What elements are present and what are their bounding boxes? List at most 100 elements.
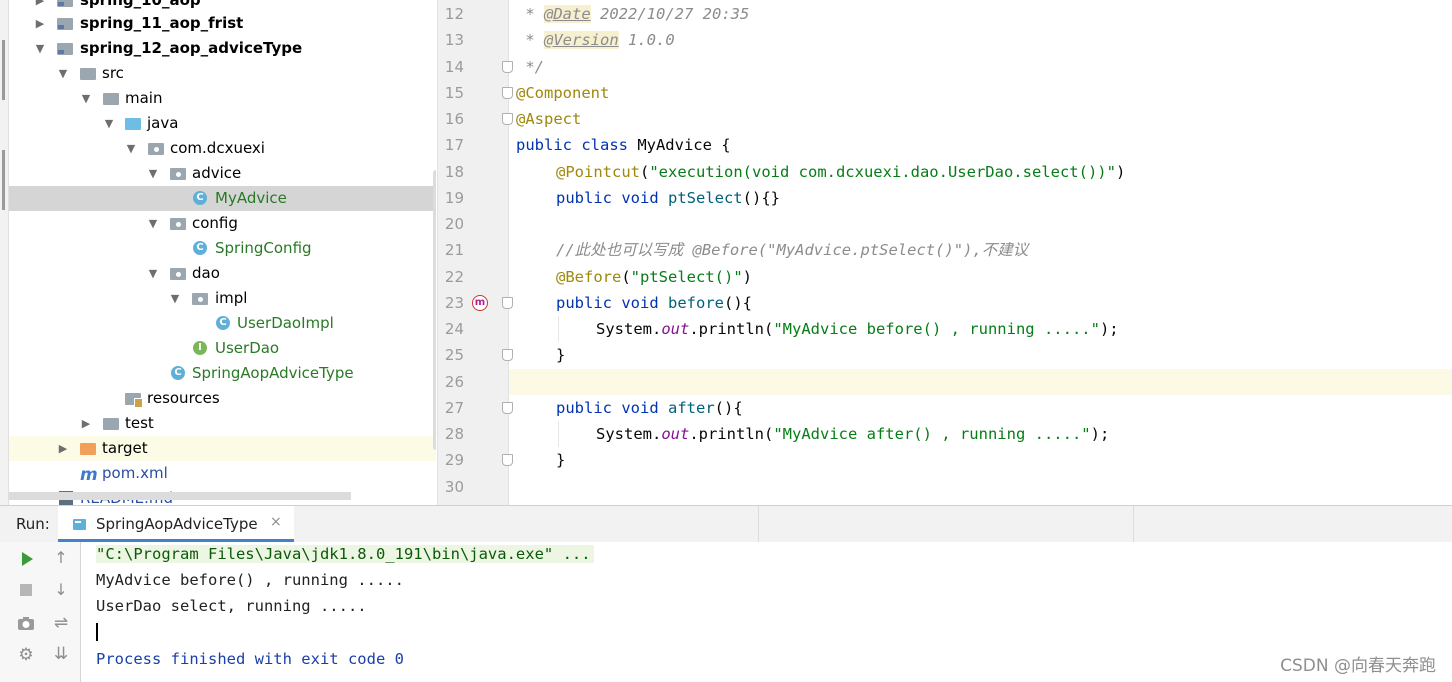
code-line-15[interactable]: @Component: [516, 80, 609, 106]
fold-start-icon[interactable]: [502, 113, 513, 125]
code-line-14[interactable]: */: [516, 54, 544, 80]
code-token: out: [661, 320, 690, 338]
tree-item-springconfig[interactable]: C SpringConfig: [9, 236, 436, 261]
run-tool-window-header: Run: SpringAopAdviceType ×: [0, 505, 1452, 543]
run-tab-springaopadvicetype[interactable]: SpringAopAdviceType ×: [58, 506, 294, 542]
method-marker-icon[interactable]: m: [472, 295, 488, 311]
tree-item-resources[interactable]: resources: [9, 386, 436, 411]
tree-item-com-dcxuexi[interactable]: ▼ com.dcxuexi: [9, 136, 436, 161]
tree-item-java[interactable]: ▼ java: [9, 111, 436, 136]
code-editor[interactable]: 12 13 14 15 16 17 18 19 20 21 22 23 24 2…: [437, 0, 1452, 505]
code-token: (){: [723, 294, 752, 312]
code-token: "MyAdvice after() , running .....": [773, 425, 1091, 443]
code-line-19[interactable]: public void ptSelect(){}: [556, 185, 780, 211]
tree-item-target[interactable]: ▶ target: [9, 436, 436, 461]
tree-item-src[interactable]: ▼ src: [9, 61, 436, 86]
tree-item-userdaoimpl[interactable]: C UserDaoImpl: [9, 311, 436, 336]
run-config-icon: [73, 519, 86, 530]
excluded-folder-icon: [80, 443, 96, 455]
console-output[interactable]: "C:\Program Files\Java\jdk1.8.0_191\bin\…: [81, 542, 1452, 682]
tree-item-label: pom.xml: [102, 464, 168, 482]
settings-icon[interactable]: ⚙: [16, 645, 36, 665]
chevron-down-icon[interactable]: ▼: [146, 261, 160, 286]
code-line-17[interactable]: public class MyAdvice {: [516, 132, 731, 158]
indent-guide: [558, 316, 559, 342]
chevron-down-icon[interactable]: ▼: [168, 286, 182, 311]
tree-item-userdao[interactable]: I UserDao: [9, 336, 436, 361]
left-tool-strip[interactable]: [0, 0, 9, 505]
fold-end-icon[interactable]: [502, 454, 513, 466]
chevron-down-icon[interactable]: ▼: [124, 136, 138, 161]
close-icon[interactable]: ×: [270, 514, 282, 530]
run-toolbar: ↑ ↓ ⇌ ⚙ ⇊: [0, 542, 81, 682]
fold-end-icon[interactable]: [502, 349, 513, 361]
code-line-13[interactable]: * @Version 1.0.0: [516, 27, 675, 53]
tree-item-label: src: [102, 64, 124, 82]
line-number: 23: [444, 294, 464, 312]
fold-start-icon[interactable]: [502, 297, 513, 309]
chevron-down-icon[interactable]: ▼: [33, 36, 47, 61]
chevron-down-icon[interactable]: ▼: [56, 61, 70, 86]
code-token: public void: [556, 399, 659, 417]
tree-item-main[interactable]: ▼ main: [9, 86, 436, 111]
text-caret: [96, 623, 98, 641]
chevron-right-icon[interactable]: ▶: [79, 411, 93, 436]
code-token: (: [621, 268, 631, 286]
code-line-29[interactable]: }: [556, 447, 565, 473]
folder-icon: [103, 93, 119, 105]
run-icon[interactable]: [19, 551, 35, 567]
interface-icon: I: [193, 341, 207, 355]
code-line-16[interactable]: @Aspect: [516, 106, 581, 132]
stop-icon[interactable]: [19, 583, 33, 597]
tree-item-spring-11-aop-frist[interactable]: ▶ spring_11_aop_frist: [9, 11, 436, 36]
code-line-12[interactable]: * @Date 2022/10/27 20:35: [516, 1, 749, 27]
scroll-to-end-icon[interactable]: ⇊: [51, 644, 71, 664]
tree-item-config[interactable]: ▼ config: [9, 211, 436, 236]
tree-item-dao[interactable]: ▼ dao: [9, 261, 436, 286]
up-arrow-icon[interactable]: ↑: [51, 548, 71, 567]
chevron-down-icon[interactable]: ▼: [146, 211, 160, 236]
tree-vertical-scrollbar[interactable]: [433, 170, 436, 450]
fold-start-icon[interactable]: [502, 87, 513, 99]
soft-wrap-icon[interactable]: ⇌: [51, 613, 71, 633]
code-token: @Pointcut: [556, 163, 640, 181]
fold-start-icon[interactable]: [502, 402, 513, 414]
tree-item-impl[interactable]: ▼ impl: [9, 286, 436, 311]
tree-item-test[interactable]: ▶ test: [9, 411, 436, 436]
tree-item-pom-xml[interactable]: m pom.xml: [9, 461, 436, 486]
tree-item-spring-12-aop-advicetype[interactable]: ▼ spring_12_aop_adviceType: [9, 36, 436, 61]
chevron-right-icon[interactable]: ▶: [33, 11, 47, 36]
code-token: *: [516, 31, 544, 49]
tree-horizontal-scrollbar[interactable]: [9, 492, 351, 500]
code-line-22[interactable]: @Before("ptSelect()"): [556, 264, 752, 290]
code-token: public void: [556, 294, 659, 312]
project-tree[interactable]: ▶ spring_10_aop ▶ spring_11_aop_frist ▼ …: [9, 0, 436, 505]
code-token: );: [1099, 320, 1119, 338]
tree-item-springaopadvicetype[interactable]: C SpringAopAdviceType: [9, 361, 436, 386]
tree-item-advice[interactable]: ▼ advice: [9, 161, 436, 186]
code-line-23[interactable]: public void before(){: [556, 290, 752, 316]
chevron-down-icon[interactable]: ▼: [102, 111, 116, 136]
code-line-24[interactable]: System.out.println("MyAdvice before() , …: [596, 316, 1119, 342]
console-line: "C:\Program Files\Java\jdk1.8.0_191\bin\…: [96, 541, 594, 567]
line-number: 20: [444, 215, 464, 233]
tree-item-label: SpringConfig: [215, 239, 312, 257]
code-line-25[interactable]: }: [556, 342, 565, 368]
code-line-18[interactable]: @Pointcut("execution(void com.dcxuexi.da…: [556, 159, 1125, 185]
fold-end-icon[interactable]: [502, 61, 513, 73]
down-arrow-icon[interactable]: ↓: [51, 580, 71, 599]
code-line-21[interactable]: //此处也可以写成 @Before("MyAdvice.ptSelect()")…: [556, 237, 1028, 263]
code-line-27[interactable]: public void after(){: [556, 395, 743, 421]
tree-item-label: MyAdvice: [215, 189, 287, 207]
line-number: 18: [444, 163, 464, 181]
camera-icon[interactable]: [17, 615, 35, 631]
current-line-highlight: [509, 369, 1452, 395]
chevron-down-icon[interactable]: ▼: [79, 86, 93, 111]
console-command: "C:\Program Files\Java\jdk1.8.0_191\bin\…: [96, 545, 594, 563]
tree-item-label: UserDaoImpl: [237, 314, 334, 332]
tree-item-label: test: [125, 414, 154, 432]
chevron-right-icon[interactable]: ▶: [56, 436, 70, 461]
code-line-28[interactable]: System.out.println("MyAdvice after() , r…: [596, 421, 1109, 447]
tree-item-myadvice[interactable]: C MyAdvice: [9, 186, 436, 211]
chevron-down-icon[interactable]: ▼: [146, 161, 160, 186]
